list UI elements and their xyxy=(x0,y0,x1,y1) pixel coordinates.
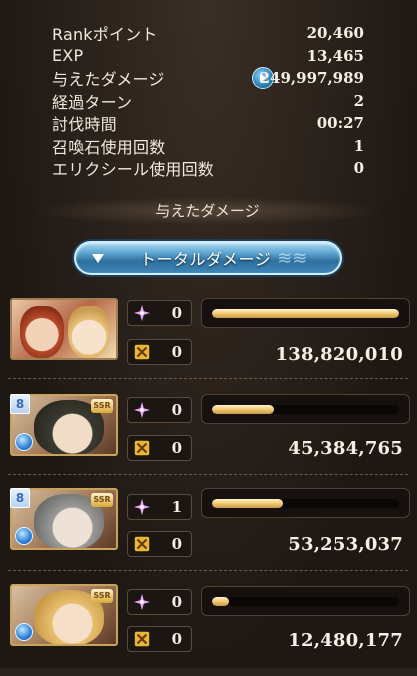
ougi-counter: 0 xyxy=(127,531,192,557)
sparkle-icon xyxy=(131,399,153,421)
crossed-swords-icon xyxy=(131,341,153,363)
damage-value: 45,384,765 xyxy=(288,438,403,459)
ougi-count: 0 xyxy=(171,343,182,361)
skill-counter: 0 xyxy=(127,589,192,615)
stat-value: 0 xyxy=(353,159,364,178)
stat-rank-points: Rankポイント 20,460 xyxy=(52,22,372,45)
skill-count: 0 xyxy=(171,593,182,611)
crossed-swords-icon xyxy=(131,533,153,555)
ssr-badge: SSR xyxy=(91,399,113,413)
stat-value: 2 xyxy=(353,91,364,110)
stat-value: 1 xyxy=(353,136,364,155)
stat-summon-uses: 召喚石使用回数 1 xyxy=(52,135,372,158)
damage-value: 12,480,177 xyxy=(288,630,403,651)
sparkle-icon xyxy=(131,591,153,613)
damage-bar-fill xyxy=(212,309,399,318)
sparkle-icon xyxy=(131,496,153,518)
character-row-2: SSR 8 0 0 45,384,765 xyxy=(0,392,417,484)
damage-bar xyxy=(201,298,410,328)
ougi-counter: 0 xyxy=(127,339,192,365)
character-face xyxy=(68,306,110,358)
stat-label: EXP xyxy=(52,46,84,66)
skill-counter: 0 xyxy=(127,300,192,326)
ougi-count: 0 xyxy=(171,535,182,553)
row-divider xyxy=(8,570,408,571)
damage-bar-fill xyxy=(212,499,284,508)
ssr-badge: SSR xyxy=(91,493,113,507)
row-divider xyxy=(8,378,408,379)
character-face xyxy=(20,306,64,358)
stat-value: 249,997,989 xyxy=(259,69,364,88)
stat-value: 00:27 xyxy=(316,114,364,133)
damage-bar-fill xyxy=(212,405,274,414)
row-divider xyxy=(8,474,408,475)
dropdown-triangle-icon xyxy=(92,253,104,263)
stat-elixir-uses: エリクシール使用回数 0 xyxy=(52,157,372,180)
damage-value: 53,253,037 xyxy=(288,534,403,555)
damage-bar xyxy=(201,586,410,616)
stat-value: 13,465 xyxy=(306,46,364,65)
character-portrait xyxy=(10,298,118,360)
element-orb-icon xyxy=(15,623,33,641)
ssr-badge: SSR xyxy=(91,589,113,603)
ougi-counter: 0 xyxy=(127,626,192,652)
stat-time: 討伐時間 00:27 xyxy=(52,112,372,135)
character-row-3: SSR 8 1 0 53,253,037 xyxy=(0,486,417,578)
skill-count: 0 xyxy=(171,401,182,419)
stat-label: 討伐時間 xyxy=(52,115,117,135)
crossed-swords-icon xyxy=(131,628,153,650)
character-row-4: SSR 0 0 12,480,177 xyxy=(0,584,417,676)
type-badge-icon: 8 xyxy=(10,394,30,414)
stat-label: Rankポイント xyxy=(52,25,158,45)
character-portrait: SSR xyxy=(10,584,118,646)
dropdown-label: トータルダメージ xyxy=(140,250,272,269)
element-orb-icon xyxy=(15,433,33,451)
stat-value: 20,460 xyxy=(306,24,364,43)
character-row-1: 0 0 138,820,010 xyxy=(0,296,417,388)
stat-damage-dealt: 与えたダメージ 249,997,989 xyxy=(52,67,372,90)
stat-label: 与えたダメージ xyxy=(52,70,165,90)
section-title-damage: 与えたダメージ xyxy=(30,197,385,225)
damage-value: 138,820,010 xyxy=(275,344,403,365)
crossed-swords-icon xyxy=(131,437,153,459)
ougi-counter: 0 xyxy=(127,435,192,461)
skill-count: 0 xyxy=(171,304,182,322)
damage-bar xyxy=(201,394,410,424)
stat-turns: 経過ターン 2 xyxy=(52,90,372,113)
total-damage-dropdown-button[interactable]: トータルダメージ ≋≋ xyxy=(74,241,342,275)
ougi-count: 0 xyxy=(171,439,182,457)
stat-label: 経過ターン xyxy=(52,92,133,112)
type-badge-icon: 8 xyxy=(10,488,30,508)
stat-label: エリクシール使用回数 xyxy=(52,160,215,180)
damage-bar xyxy=(201,488,410,518)
skill-counter: 1 xyxy=(127,494,192,520)
skill-count: 1 xyxy=(171,498,182,516)
skill-counter: 0 xyxy=(127,397,192,423)
sparkle-icon xyxy=(131,302,153,324)
element-orb-icon xyxy=(15,527,33,545)
result-stats: Rankポイント 20,460 EXP 13,465 与えたダメージ 249,9… xyxy=(52,22,372,180)
ougi-count: 0 xyxy=(171,630,182,648)
stat-exp: EXP 13,465 xyxy=(52,45,372,68)
swirl-ornament-icon: ≋≋ xyxy=(277,247,308,269)
damage-bar-fill xyxy=(212,597,229,606)
stat-label: 召喚石使用回数 xyxy=(52,137,166,157)
